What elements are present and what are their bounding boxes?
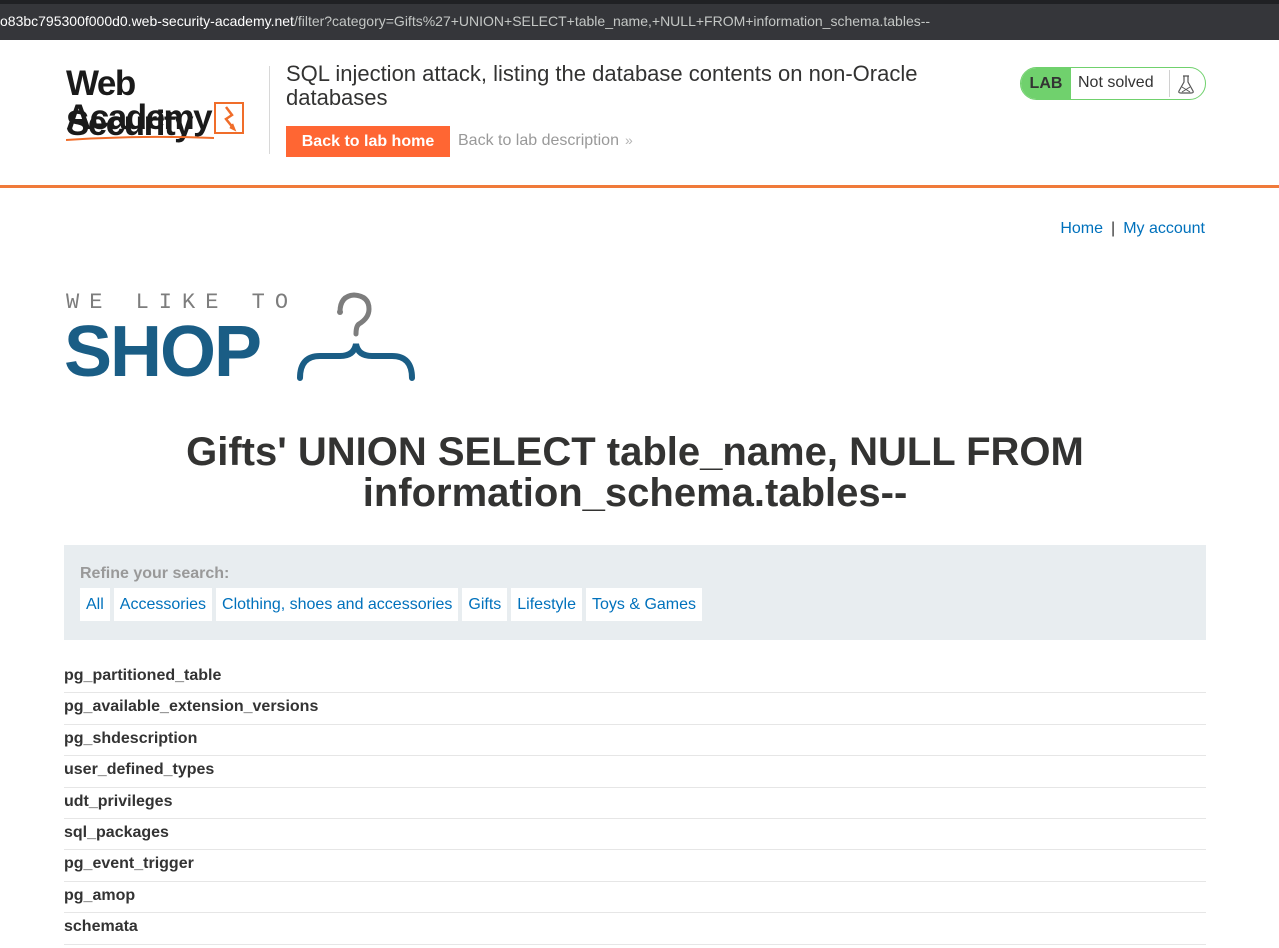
filter-all[interactable]: All bbox=[80, 588, 110, 621]
lab-solved-status: Not solved bbox=[1078, 74, 1154, 91]
nav-separator: | bbox=[1111, 220, 1116, 237]
my-account-link[interactable]: My account bbox=[1123, 220, 1205, 237]
lightning-icon bbox=[214, 102, 244, 134]
address-url[interactable]: o83bc795300f000d0.web-security-academy.n… bbox=[0, 13, 930, 29]
we-like-to-shop-logo: WE LIKE TO SHOP bbox=[64, 290, 424, 392]
filter-gifts[interactable]: Gifts bbox=[462, 588, 508, 621]
table-row: udt_privileges bbox=[64, 788, 1206, 819]
academy-header: Web Security Academy SQL injection attac… bbox=[0, 40, 1279, 188]
table-row: user_defined_types bbox=[64, 756, 1206, 788]
url-host: o83bc795300f000d0.web-security-academy.n… bbox=[0, 13, 294, 29]
shop-top-nav: Home | My account bbox=[1060, 220, 1205, 238]
results-table: pg_partitioned_table pg_available_extens… bbox=[64, 662, 1206, 945]
header-divider bbox=[269, 66, 270, 154]
lab-badge: LAB bbox=[1021, 68, 1071, 99]
table-row: pg_amop bbox=[64, 882, 1206, 914]
refine-search-panel: Refine your search: All Accessories Clot… bbox=[64, 545, 1206, 640]
back-to-lab-description-label: Back to lab description bbox=[458, 132, 619, 149]
url-path: /filter?category=Gifts%27+UNION+SELECT+t… bbox=[293, 13, 931, 29]
filter-lifestyle[interactable]: Lifestyle bbox=[511, 588, 582, 621]
table-row: sql_packages bbox=[64, 819, 1206, 851]
table-row: schemata bbox=[64, 913, 1206, 945]
filter-clothing[interactable]: Clothing, shoes and accessories bbox=[216, 588, 459, 621]
back-to-lab-home-button[interactable]: Back to lab home bbox=[286, 126, 450, 157]
table-row: pg_partitioned_table bbox=[64, 662, 1206, 694]
flask-icon bbox=[1178, 75, 1194, 94]
status-separator bbox=[1169, 70, 1170, 97]
home-link[interactable]: Home bbox=[1060, 220, 1103, 237]
category-filters: All Accessories Clothing, shoes and acce… bbox=[80, 588, 703, 621]
table-row: pg_available_extension_versions bbox=[64, 693, 1206, 725]
back-to-lab-description-link[interactable]: Back to lab description » bbox=[458, 132, 633, 150]
browser-address-bar[interactable]: o83bc795300f000d0.web-security-academy.n… bbox=[0, 0, 1279, 40]
page-heading: Gifts' UNION SELECT table_name, NULL FRO… bbox=[186, 430, 1084, 515]
refine-label: Refine your search: bbox=[80, 565, 230, 582]
hanger-icon bbox=[297, 292, 415, 381]
filter-toys-games[interactable]: Toys & Games bbox=[585, 588, 703, 621]
table-row: pg_shdescription bbox=[64, 725, 1206, 757]
lab-status-widget: LAB Not solved bbox=[1020, 67, 1206, 100]
web-security-academy-logo[interactable]: Web Security Academy bbox=[66, 64, 268, 143]
logo-line-2: Academy bbox=[66, 98, 213, 137]
double-chevron-right-icon: » bbox=[624, 132, 633, 148]
logo-shop-word: SHOP bbox=[64, 312, 262, 392]
table-row: pg_event_trigger bbox=[64, 850, 1206, 882]
lab-title: SQL injection attack, listing the databa… bbox=[286, 61, 918, 110]
filter-accessories[interactable]: Accessories bbox=[113, 588, 213, 621]
logo-swoosh-icon bbox=[66, 135, 215, 141]
